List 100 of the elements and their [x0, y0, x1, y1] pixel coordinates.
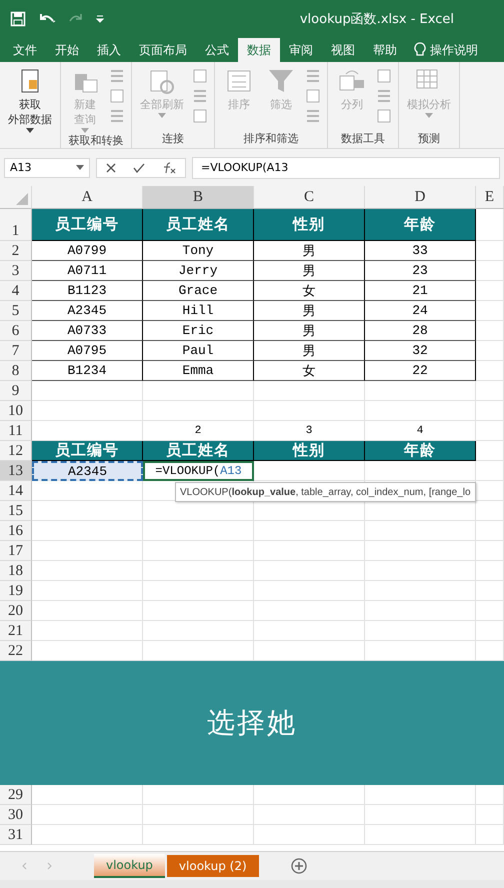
empty-cell [476, 281, 504, 301]
empty-cell [476, 421, 504, 441]
row-header[interactable]: 12 [0, 441, 32, 461]
row-header[interactable]: 19 [0, 581, 32, 601]
sheet-tab[interactable]: vlookup [94, 854, 165, 878]
row-header[interactable]: 14 [0, 481, 32, 501]
row-header[interactable]: 3 [0, 261, 32, 281]
ribbon-tab[interactable]: 插入 [88, 38, 130, 62]
row-header[interactable]: 7 [0, 341, 32, 361]
table-cell: Grace [143, 281, 254, 301]
tool-icon [109, 108, 125, 124]
row-header[interactable]: 22 [0, 641, 32, 661]
row-header[interactable]: 11 [0, 421, 32, 441]
empty-cell [476, 381, 504, 401]
tool-icon [376, 68, 392, 84]
table-cell: 男 [254, 321, 365, 341]
column-header[interactable]: B [143, 186, 254, 209]
table-cell[interactable]: A2345 [32, 461, 143, 481]
ribbon-tab[interactable]: 视图 [322, 38, 364, 62]
table-cell: 21 [365, 281, 476, 301]
table-cell: 女 [254, 281, 365, 301]
empty-cell [476, 521, 504, 541]
empty-cell [476, 341, 504, 361]
row-header[interactable]: 8 [0, 361, 32, 381]
tool-icon [305, 88, 321, 104]
table-cell: Jerry [143, 261, 254, 281]
table-cell: 女 [254, 361, 365, 381]
group-label: 排序和筛选 [242, 131, 300, 146]
row-header[interactable]: 1 [0, 209, 32, 241]
check-icon [132, 162, 145, 172]
function-tooltip: VLOOKUP(lookup_value, table_array, col_index_num, [range_lo [175, 482, 476, 502]
ribbon-tab[interactable]: 审阅 [280, 38, 322, 62]
save-icon[interactable] [10, 11, 26, 27]
table-cell: Hill [143, 301, 254, 321]
empty-cell [476, 261, 504, 281]
tool-icon [305, 108, 321, 124]
group-label: 预测 [417, 131, 441, 146]
ribbon-tab[interactable]: 数据 [238, 38, 280, 62]
empty-cell [476, 241, 504, 261]
customize-icon[interactable] [96, 14, 104, 24]
row-header[interactable]: 13 [0, 461, 32, 481]
header-cell: 性别 [254, 209, 365, 241]
empty-cell [476, 541, 504, 561]
row-header[interactable]: 18 [0, 561, 32, 581]
tell-me-field[interactable]: 操作说明 [430, 42, 478, 58]
empty-cell [476, 621, 504, 641]
ribbon-button[interactable]: 获取 外部数据 [6, 66, 54, 133]
header-cell: 年龄 [365, 441, 476, 461]
table-cell: A0711 [32, 261, 143, 281]
empty-cell [476, 301, 504, 321]
ribbon-tab[interactable]: 帮助 [364, 38, 406, 62]
column-header[interactable]: E [476, 186, 504, 209]
tool-icon [376, 88, 392, 104]
row-header[interactable]: 2 [0, 241, 32, 261]
row-header[interactable]: 15 [0, 501, 32, 521]
table-cell: 男 [254, 301, 365, 321]
lightbulb-icon [414, 42, 426, 58]
ribbon-tab[interactable]: 公式 [196, 38, 238, 62]
group-label: 数据工具 [340, 131, 386, 146]
row-header[interactable]: 20 [0, 601, 32, 621]
empty-cell [476, 601, 504, 621]
header-cell: 员工姓名 [143, 441, 254, 461]
ribbon-tab[interactable]: 开始 [46, 38, 88, 62]
sheet-tab[interactable]: vlookup (2) [166, 855, 259, 877]
tool-icon [305, 68, 321, 84]
ribbon-tab[interactable]: 文件 [4, 38, 46, 62]
row-header[interactable]: 10 [0, 401, 32, 421]
ribbon-tab[interactable]: 页面布局 [130, 38, 196, 62]
empty-cell [476, 805, 504, 825]
caret-icon [76, 165, 84, 170]
row-header[interactable]: 29 [0, 785, 32, 805]
table-cell: B1123 [32, 281, 143, 301]
formula-field[interactable]: =VLOOKUP(A13 [192, 156, 500, 178]
row-header[interactable]: 9 [0, 381, 32, 401]
formula-cell[interactable]: =VLOOKUP(A13 [143, 461, 254, 481]
empty-cell [476, 501, 504, 521]
header-cell: 员工姓名 [143, 209, 254, 241]
empty-cell [476, 785, 504, 805]
row-header[interactable]: 6 [0, 321, 32, 341]
header-cell: 员工编号 [32, 209, 143, 241]
row-header[interactable]: 31 [0, 825, 32, 845]
add-sheet-icon[interactable] [290, 858, 307, 874]
column-header[interactable]: D [365, 186, 476, 209]
table-cell: 男 [254, 261, 365, 281]
row-header[interactable]: 17 [0, 541, 32, 561]
column-header[interactable]: C [254, 186, 365, 209]
table-cell: 22 [365, 361, 476, 381]
row-header[interactable]: 21 [0, 621, 32, 641]
select-all-icon [16, 193, 28, 205]
row-header[interactable]: 30 [0, 805, 32, 825]
name-box[interactable]: A13 [4, 158, 90, 178]
caption-banner: 选择她 [0, 661, 504, 785]
row-header[interactable]: 5 [0, 301, 32, 321]
column-header[interactable]: A [32, 186, 143, 209]
empty-cell [476, 321, 504, 341]
table-cell: 男 [254, 241, 365, 261]
row-header[interactable]: 16 [0, 521, 32, 541]
table-cell: A2345 [32, 301, 143, 321]
row-header[interactable]: 4 [0, 281, 32, 301]
function-icon [162, 162, 176, 174]
